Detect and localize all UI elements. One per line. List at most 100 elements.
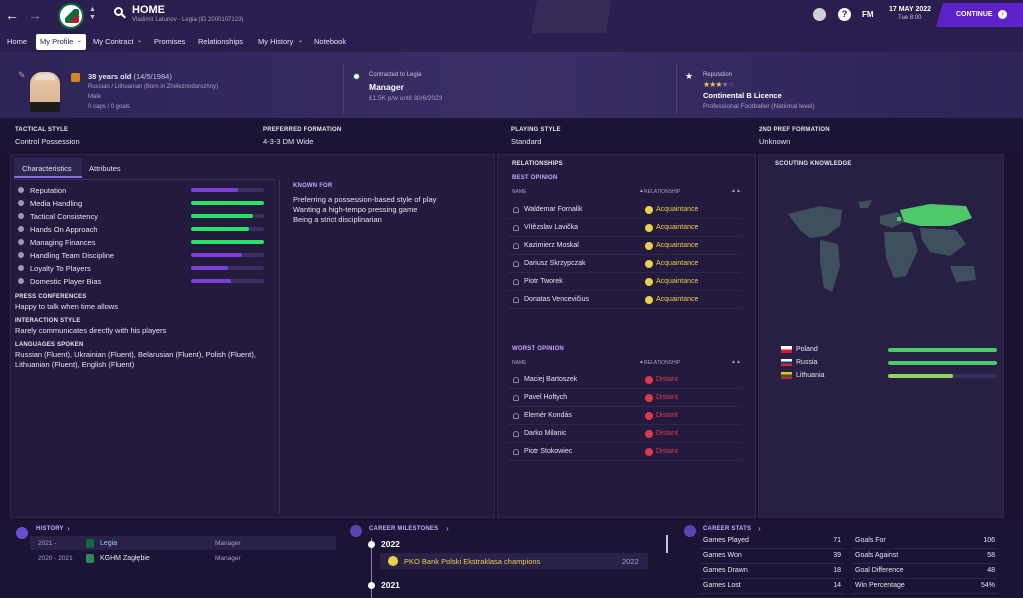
stats-chevron-icon: › — [758, 524, 761, 533]
second-formation-value: Unknown — [759, 137, 791, 146]
sad-face-icon — [645, 448, 653, 456]
club-switch-icon[interactable]: ▲ ▼ — [89, 6, 96, 22]
club-crest-icon[interactable] — [58, 3, 84, 29]
contract-label: Contracted to Legia — [369, 72, 422, 78]
sort-toggle-icon[interactable]: ▲▲ — [731, 359, 741, 365]
edit-icon[interactable]: ✎ — [18, 70, 26, 81]
club-badge-icon[interactable] — [813, 8, 826, 21]
timeline-dot — [368, 541, 375, 548]
country-name: Poland — [796, 346, 818, 353]
stat-value: 54% — [980, 582, 995, 589]
divider — [343, 64, 344, 114]
characteristic-name: Tactical Consistency — [30, 212, 98, 221]
press-conferences-label: PRESS CONFERENCES — [15, 294, 87, 300]
dob: (14/5/1984) — [133, 72, 172, 81]
history-years: 2021 - — [38, 540, 57, 547]
nationality: Russian / Lithuanian (Born in Zheleznodo… — [88, 84, 219, 90]
russia-flag-icon — [781, 359, 792, 366]
sort-toggle-icon[interactable]: ▲▲ — [731, 188, 741, 194]
characteristic-bar — [191, 279, 264, 283]
characteristic-bar-fill — [191, 279, 232, 283]
person-name[interactable]: Vítězslav Lavička — [524, 224, 578, 231]
fm-menu-button[interactable]: FM — [862, 10, 874, 19]
reputation-label: Reputation — [703, 72, 733, 78]
nav-my-history[interactable]: My History — [258, 36, 293, 48]
known-for-item: Preferring a possession-based style of p… — [293, 195, 437, 204]
history-club[interactable]: KGHM Zagłębie — [100, 555, 150, 562]
person-icon — [513, 225, 519, 231]
nav-home[interactable]: Home — [7, 36, 27, 48]
info-icon — [18, 252, 24, 258]
characteristic-bar-fill — [191, 227, 250, 231]
history-row[interactable] — [30, 536, 336, 550]
divider — [676, 64, 677, 114]
stats-row-divider — [700, 548, 845, 549]
timeline-dot — [368, 582, 375, 589]
nav-notebook[interactable]: Notebook — [314, 36, 346, 48]
person-icon — [513, 395, 519, 401]
best-opinion-label: BEST OPINION — [512, 175, 558, 181]
nav-relationships[interactable]: Relationships — [198, 36, 243, 48]
characteristic-bar-fill — [191, 214, 254, 218]
milestone-item: PKO Bank Polski Ekstraklasa champions — [404, 557, 541, 566]
country-knowledge-bar — [888, 374, 997, 378]
milestones-title[interactable]: CAREER MILESTONES — [369, 526, 438, 532]
tab-characteristics-label: Characteristics — [22, 164, 72, 173]
known-for-item: Wanting a high-tempo pressing game — [293, 205, 418, 214]
star-icon: ★ — [685, 71, 694, 81]
person-name[interactable]: Darko Milanic — [524, 430, 566, 437]
continue-button[interactable]: CONTINUE › — [936, 3, 1023, 27]
characteristic-name: Reputation — [30, 186, 67, 195]
col-relationship[interactable]: RELATIONSHIP — [644, 189, 680, 195]
col-name: NAME — [512, 189, 527, 195]
characteristic-bar-fill — [191, 266, 228, 270]
playing-background: Professional Footballer (National level) — [703, 103, 815, 110]
characteristic-bar — [191, 188, 264, 192]
characteristic-name: Domestic Player Bias — [30, 277, 102, 286]
stat-value: 48 — [987, 567, 995, 574]
tab-attributes[interactable]: Attributes — [89, 164, 121, 173]
stats-title[interactable]: CAREER STATS — [703, 526, 751, 532]
characteristic-bar — [191, 227, 264, 231]
back-arrow-icon[interactable]: ← — [5, 7, 19, 23]
stats-row-divider — [852, 593, 998, 594]
info-icon — [18, 278, 24, 284]
person-name[interactable]: Dariusz Skrzypczak — [524, 260, 585, 267]
help-icon[interactable]: ? — [838, 8, 851, 21]
info-icon — [18, 239, 24, 245]
happy-face-icon — [645, 260, 653, 268]
history-club[interactable]: Legia — [100, 540, 117, 547]
second-formation-label: 2ND PREF FORMATION — [759, 127, 830, 133]
languages-value: Lithuanian (Fluent), English (Fluent) — [15, 360, 135, 369]
sad-face-icon — [645, 430, 653, 438]
col-relationship[interactable]: RELATIONSHIP — [644, 360, 680, 366]
person-name[interactable]: Piotr Stokowiec — [524, 448, 572, 455]
interaction-style-value: Rarely communicates directly with his pl… — [15, 326, 167, 335]
person-name[interactable]: Maciej Bartoszek — [524, 376, 577, 383]
characteristic-bar — [191, 253, 264, 257]
stats-icon — [684, 525, 696, 537]
person-icon — [513, 377, 519, 383]
history-row[interactable] — [30, 551, 336, 565]
scrollbar[interactable] — [666, 535, 668, 553]
history-title[interactable]: HISTORY — [36, 526, 64, 532]
characteristic-name: Managing Finances — [30, 238, 96, 247]
relationship-value: Distant — [656, 376, 678, 383]
nav-my-contract[interactable]: My Contract — [93, 36, 133, 48]
person-name[interactable]: Kazimierz Moskal — [524, 242, 579, 249]
stats-row-divider — [700, 563, 845, 564]
preferred-formation-value: 4-3-3 DM Wide — [263, 137, 314, 146]
forward-arrow-icon[interactable]: → — [28, 7, 42, 23]
person-name[interactable]: Waldemar Fornalik — [524, 206, 582, 213]
person-name[interactable]: Pavel Hoftych — [524, 394, 567, 401]
col-name: NAME — [512, 360, 527, 366]
person-name[interactable]: Piotr Tworek — [524, 278, 563, 285]
interaction-style-label: INTERACTION STYLE — [15, 318, 81, 324]
nav-promises[interactable]: Promises — [154, 36, 185, 48]
stat-label: Games Won — [703, 552, 742, 559]
person-name[interactable]: Donatas Vencevičius — [524, 296, 589, 303]
press-conferences-value: Happy to talk when time allows — [15, 302, 118, 311]
person-name[interactable]: Elemér Kondás — [524, 412, 572, 419]
relationship-value: Acquaintance — [656, 278, 699, 285]
sad-face-icon — [645, 376, 653, 384]
